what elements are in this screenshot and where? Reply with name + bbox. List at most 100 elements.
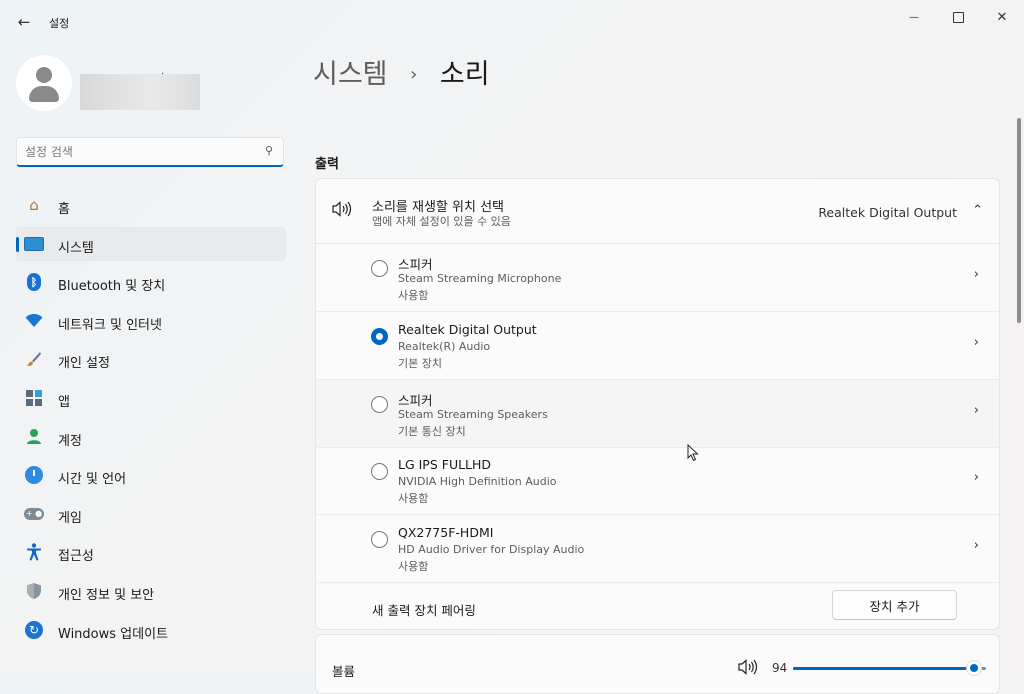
update-icon: ↻ [24,620,44,639]
scrollbar[interactable] [1017,118,1021,323]
sidebar-nav: ⌂ 홈 시스템 ᛒ Bluetooth 및 장치 네트워크 및 인터넷 개인 설… [16,188,286,651]
device-name: QX2775F-HDMI [398,525,494,540]
sidebar-item-label: Windows 업데이트 [58,626,169,642]
paintbrush-icon [24,350,44,368]
page-title: 소리 [439,59,490,90]
device-status: 사용함 [398,560,429,573]
bluetooth-icon: ᛒ [24,273,44,292]
slider-thumb[interactable] [967,661,982,675]
sidebar-item-privacy-security[interactable]: 개인 정보 및 보안 [16,574,286,608]
sidebar-item-label: 개인 정보 및 보안 [58,587,155,603]
sidebar-item-label: 계정 [58,433,82,449]
slider-fill [793,667,975,670]
volume-label: 볼륨 [332,664,356,679]
clock-globe-icon [24,466,44,485]
device-row-qx2775f[interactable]: QX2775F-HDMI HD Audio Driver for Display… [316,515,999,583]
output-card: 소리를 재생할 위치 선택 앱에 자체 설정이 있을 수 있음 Realtek … [315,178,1000,630]
sidebar-item-label: 개인 설정 [58,356,110,372]
device-row-realtek-digital[interactable]: Realtek Digital Output Realtek(R) Audio … [316,312,999,380]
search-box[interactable]: ⚲ [16,137,284,167]
output-header-subtitle: 앱에 자체 설정이 있을 수 있음 [372,215,511,228]
sidebar-item-personalization[interactable]: 개인 설정 [16,342,286,376]
device-driver: NVIDIA High Definition Audio [398,475,557,488]
speaker-icon [332,201,352,221]
chevron-right-icon[interactable]: › [974,538,979,553]
close-icon: ✕ [996,9,1008,25]
close-button[interactable]: ✕ [982,4,1022,30]
shield-icon [24,582,44,600]
profile-name-redacted [80,74,200,110]
speaker-icon[interactable] [738,659,758,679]
device-radio[interactable] [371,396,388,413]
apps-icon [24,389,44,407]
device-status: 기본 통신 장치 [398,425,466,438]
device-name: Realtek Digital Output [398,322,537,337]
device-radio-selected[interactable] [371,328,388,345]
device-row-steam-speakers[interactable]: 스피커 Steam Streaming Speakers 기본 통신 장치 › [316,380,999,448]
volume-slider[interactable] [793,661,986,675]
sidebar-item-accounts[interactable]: 계정 [16,420,286,454]
device-status: 사용함 [398,492,429,505]
device-radio[interactable] [371,531,388,548]
minimize-icon: — [909,11,919,23]
sidebar-item-label: 접근성 [58,549,94,565]
profile-mark: . [161,66,165,77]
mouse-cursor-icon [687,444,699,462]
pair-device-row: 새 출력 장치 페어링 장치 추가 [316,582,999,629]
maximize-button[interactable] [938,4,978,30]
sidebar-item-label: 네트워크 및 인터넷 [58,317,162,333]
sidebar-item-label: 앱 [58,394,70,410]
sidebar-item-network[interactable]: 네트워크 및 인터넷 [16,304,286,338]
sidebar-item-label: Bluetooth 및 장치 [58,279,166,295]
section-title-output: 출력 [315,157,339,172]
device-status: 사용함 [398,289,429,302]
output-device-expander[interactable]: 소리를 재생할 위치 선택 앱에 자체 설정이 있을 수 있음 Realtek … [316,179,999,244]
accessibility-icon [24,543,44,561]
device-status: 기본 장치 [398,357,442,370]
sidebar-item-label: 시간 및 언어 [58,472,127,488]
gamepad-icon: + ● [24,507,44,520]
chevron-right-icon[interactable]: › [974,403,979,418]
avatar-head-icon [36,67,52,83]
title-bar: ← 설정 — ✕ [0,0,1024,40]
device-name: 스피커 [398,393,433,408]
avatar[interactable] [16,55,72,111]
device-radio[interactable] [371,463,388,480]
sidebar-item-accessibility[interactable]: 접근성 [16,535,286,569]
sidebar-item-home[interactable]: ⌂ 홈 [16,188,286,222]
search-icon[interactable]: ⚲ [265,144,273,157]
device-radio[interactable] [371,260,388,277]
sidebar-item-time-language[interactable]: 시간 및 언어 [16,458,286,492]
volume-value: 94 [772,661,788,675]
sidebar-item-label: 홈 [58,202,70,217]
device-row-lg-ips[interactable]: LG IPS FULLHD NVIDIA High Definition Aud… [316,447,999,515]
sidebar-item-system[interactable]: 시스템 [16,226,286,261]
sidebar-item-windows-update[interactable]: ↻ Windows 업데이트 [16,613,286,647]
sidebar-item-bluetooth[interactable]: ᛒ Bluetooth 및 장치 [16,265,286,299]
device-name: 스피커 [398,257,433,272]
minimize-button[interactable]: — [894,4,934,30]
wifi-icon [24,312,44,330]
app-title: 설정 [49,17,70,30]
back-button[interactable]: ← [12,10,36,34]
sidebar-item-apps[interactable]: 앱 [16,381,286,415]
sidebar-item-label: 시스템 [58,240,94,256]
chevron-right-icon[interactable]: › [974,267,979,282]
chevron-up-icon[interactable]: ⌃ [972,203,983,218]
pair-device-label: 새 출력 장치 페어링 [372,603,476,618]
device-driver: HD Audio Driver for Display Audio [398,543,585,556]
breadcrumb-parent[interactable]: 시스템 [313,59,388,90]
device-row-steam-microphone[interactable]: 스피커 Steam Streaming Microphone 사용함 › [316,244,999,312]
account-icon [24,428,44,446]
sidebar-item-gaming[interactable]: + ● 게임 [16,497,286,531]
monitor-icon [24,235,44,253]
chevron-right-icon[interactable]: › [974,335,979,350]
add-device-button[interactable]: 장치 추가 [832,590,957,620]
volume-card: 볼륨 94 [315,634,1000,694]
device-name: LG IPS FULLHD [398,457,492,472]
search-input[interactable] [25,142,255,162]
device-driver: Realtek(R) Audio [398,340,491,353]
device-driver: Steam Streaming Microphone [398,272,562,285]
chevron-right-icon[interactable]: › [974,470,979,485]
arrow-left-icon: ← [17,13,31,31]
